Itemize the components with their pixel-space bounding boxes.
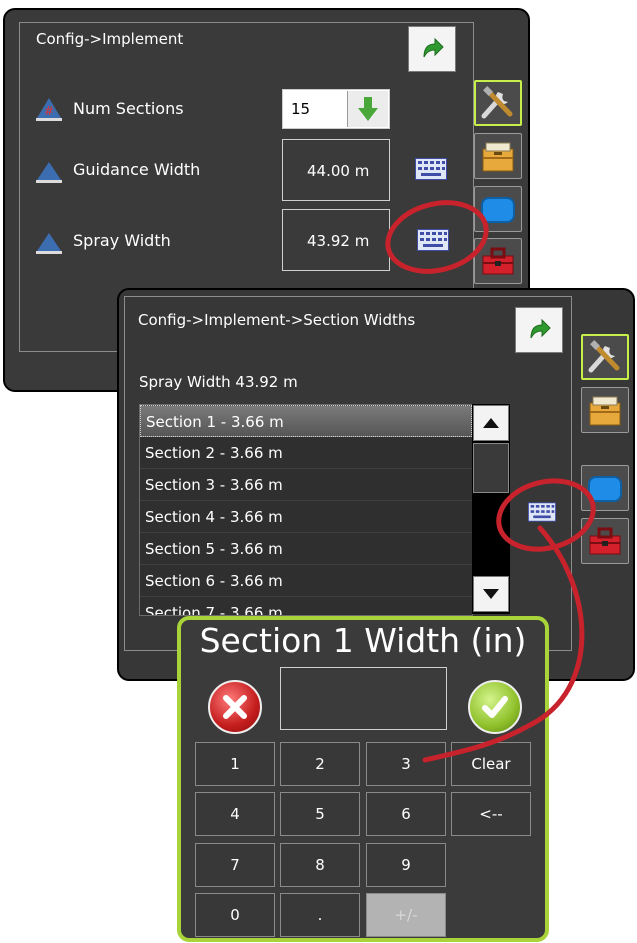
callout-annotation	[385, 200, 596, 763]
